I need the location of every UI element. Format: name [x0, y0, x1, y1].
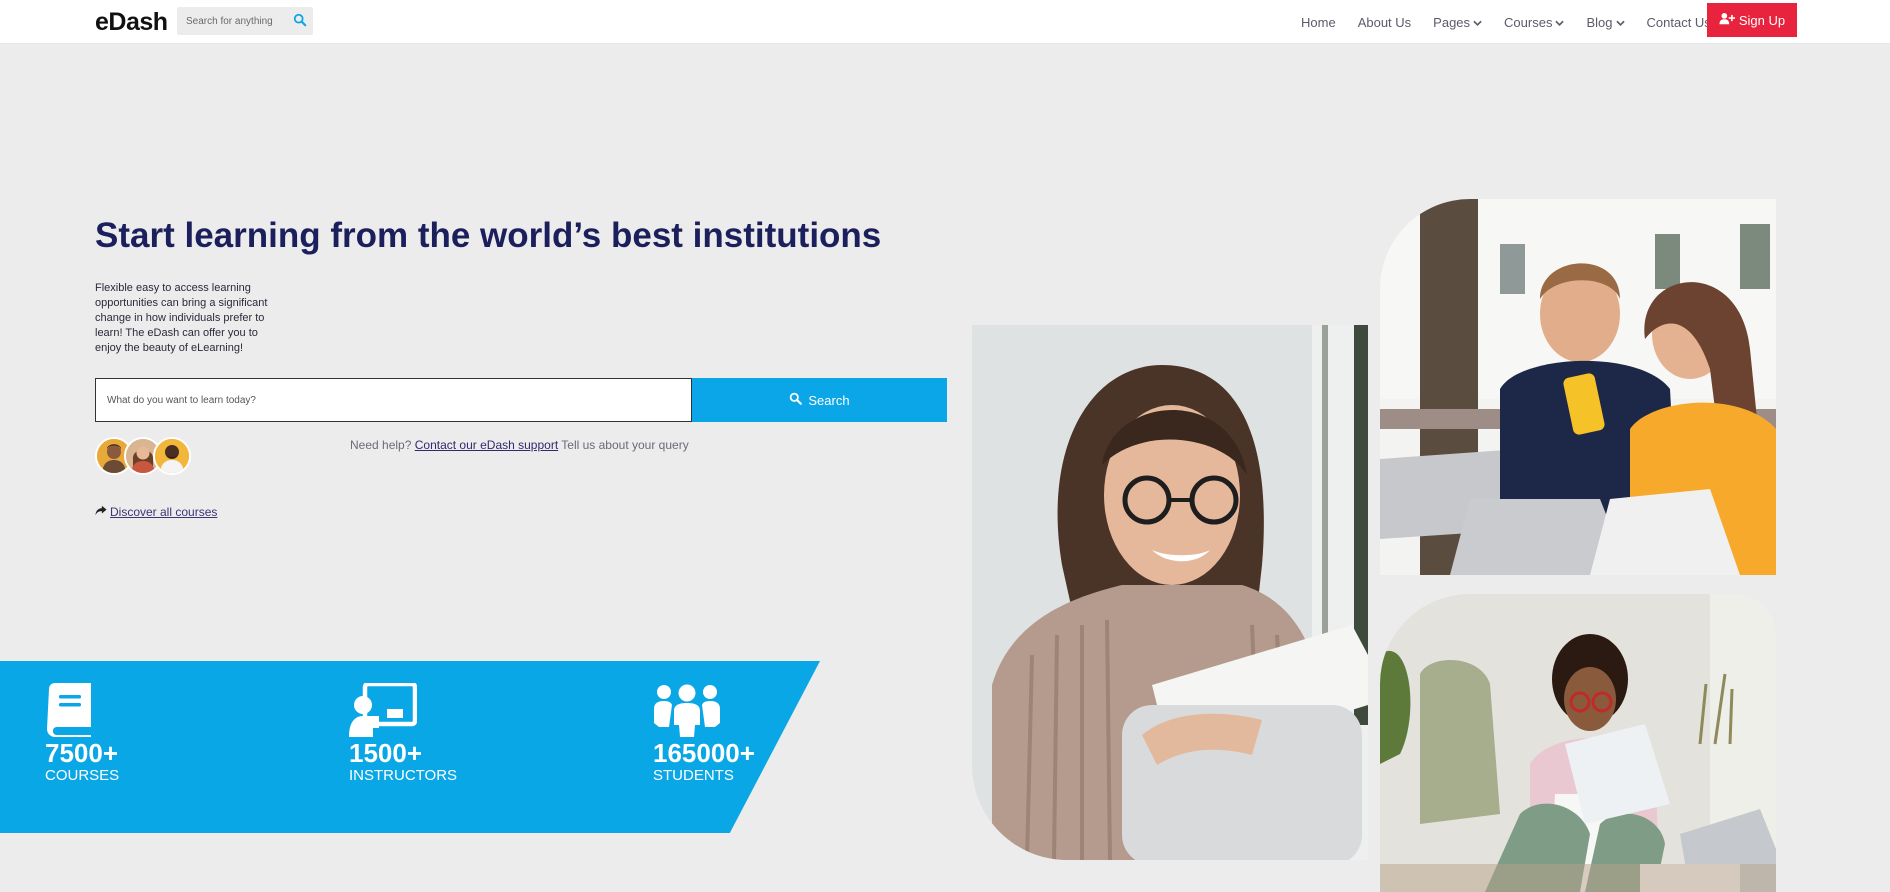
stat-courses: 7500+ COURSES: [45, 683, 119, 784]
stat-value: 165000+: [653, 738, 755, 768]
help-text: Need help? Contact our eDash support Tel…: [350, 438, 689, 452]
chevron-down-icon: [1555, 15, 1565, 30]
user-plus-icon: [1719, 12, 1735, 28]
discover-courses: Discover all courses: [95, 505, 217, 519]
stats-band: 7500+ COURSES 1500+ INSTRUCTORS 165000+ …: [0, 661, 820, 833]
stat-instructors: 1500+ INSTRUCTORS: [349, 681, 457, 784]
stat-label: INSTRUCTORS: [349, 767, 458, 784]
logo[interactable]: eDash: [95, 8, 168, 37]
nav-link-label: Pages: [1433, 14, 1471, 30]
chevron-down-icon: [1473, 15, 1482, 30]
stat-label: STUDENTS: [653, 767, 734, 784]
top-navbar: eDash Home About Us Pages Courses Blog C…: [0, 0, 1890, 44]
stat-value: 1500+: [349, 738, 423, 768]
nav-link-home[interactable]: Home: [1301, 15, 1336, 30]
hero-description: Flexible easy to access learning opportu…: [95, 282, 268, 354]
search-icon: [789, 392, 803, 408]
hero-photo-woman-documents: [1380, 594, 1776, 892]
stat-students: 165000+ STUDENTS: [653, 683, 755, 784]
nav-search-box: [177, 7, 313, 35]
avatar: [153, 437, 191, 475]
chevron-down-icon: [1615, 15, 1625, 30]
search-button[interactable]: Search: [692, 378, 947, 422]
stat-value: 7500+: [45, 738, 119, 768]
signup-label: Sign Up: [1738, 12, 1786, 28]
course-search-input[interactable]: [95, 378, 692, 422]
help-prefix: Need help?: [350, 438, 412, 452]
hero-title: Start learning from the world’s best ins…: [95, 216, 882, 255]
nav-links: Home About Us Pages Courses Blog Contact…: [1301, 13, 1733, 31]
hero-photo-couple-laptop: [1380, 199, 1776, 575]
share-arrow-icon: [95, 505, 107, 519]
help-suffix: Tell us about your query: [561, 438, 689, 452]
stat-label: COURSES: [45, 767, 120, 784]
hero-photo-woman-glasses: [972, 325, 1368, 860]
nav-link-label: Home: [1301, 14, 1336, 30]
search-icon[interactable]: [293, 13, 307, 32]
contact-support-link[interactable]: Contact our eDash support: [415, 438, 558, 452]
nav-link-label: Courses: [1504, 14, 1553, 30]
nav-link-pages[interactable]: Pages: [1433, 15, 1482, 30]
nav-link-contact[interactable]: Contact Us: [1647, 15, 1711, 30]
nav-search-input[interactable]: [177, 7, 285, 35]
nav-link-label: Blog: [1586, 14, 1613, 30]
nav-link-courses[interactable]: Courses: [1504, 14, 1565, 30]
search-button-label: Search: [808, 392, 850, 408]
nav-link-about[interactable]: About Us: [1358, 15, 1411, 30]
nav-link-blog[interactable]: Blog: [1586, 14, 1625, 30]
discover-courses-link[interactable]: Discover all courses: [110, 505, 217, 519]
hero-search-form: Search: [95, 378, 947, 422]
nav-link-label: Contact Us: [1646, 14, 1711, 30]
signup-button[interactable]: Sign Up: [1707, 3, 1797, 37]
nav-link-label: About Us: [1357, 14, 1412, 30]
